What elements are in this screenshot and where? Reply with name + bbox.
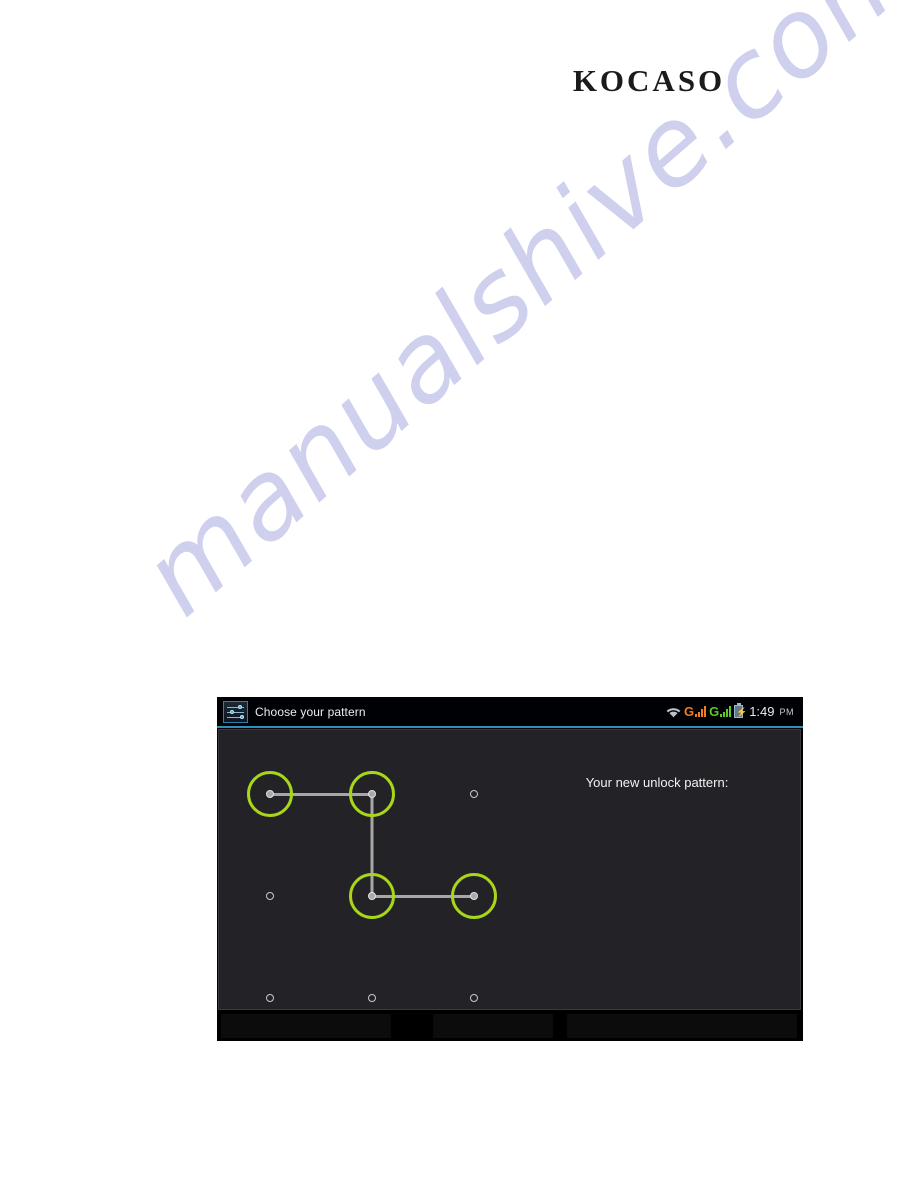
pattern-heading: Your new unlock pattern: xyxy=(585,775,729,790)
network-indicator-2: G xyxy=(709,704,732,719)
window-title: Choose your pattern xyxy=(255,704,366,719)
pattern-dot-6[interactable] xyxy=(470,892,478,900)
pattern-screen: Your new unlock pattern: Cancel Confirm xyxy=(218,729,801,1010)
status-bar: G G ⚡ 1:49 PM xyxy=(666,703,794,719)
status-bar-clock: 1:49 xyxy=(749,704,775,719)
network-indicator-1: G xyxy=(683,704,707,719)
wifi-icon xyxy=(666,707,681,717)
nav-bar-segment xyxy=(433,1014,553,1038)
nav-bar-segment xyxy=(567,1014,797,1038)
watermark-text: manualshive.com xyxy=(118,0,918,640)
navigation-bar[interactable] xyxy=(217,1011,803,1041)
signal-bars-1 xyxy=(695,706,707,717)
battery-charging-icon: ⚡ xyxy=(734,703,748,718)
brand-logo: KOCASO xyxy=(572,63,726,98)
title-bar: Choose your pattern G G ⚡ 1:49 PM xyxy=(217,697,803,726)
signal-bars-2 xyxy=(720,706,732,717)
settings-sliders-icon xyxy=(223,700,248,723)
tablet-screenshot: Choose your pattern G G ⚡ 1:49 PM Your n… xyxy=(217,697,803,1041)
pattern-dot-3[interactable] xyxy=(470,790,478,798)
pattern-dot-8[interactable] xyxy=(368,994,376,1002)
network-letter-1: G xyxy=(683,704,695,719)
pattern-dot-5[interactable] xyxy=(368,892,376,900)
status-bar-meridiem: PM xyxy=(779,706,794,717)
pattern-dot-7[interactable] xyxy=(266,994,274,1002)
network-letter-2: G xyxy=(709,704,720,719)
pattern-dot-4[interactable] xyxy=(266,892,274,900)
title-divider xyxy=(217,726,803,728)
pattern-dot-1[interactable] xyxy=(266,790,274,798)
pattern-dot-9[interactable] xyxy=(470,994,478,1002)
pattern-grid[interactable] xyxy=(247,771,497,1002)
pattern-dot-2[interactable] xyxy=(368,790,376,798)
nav-bar-segment xyxy=(221,1014,391,1038)
